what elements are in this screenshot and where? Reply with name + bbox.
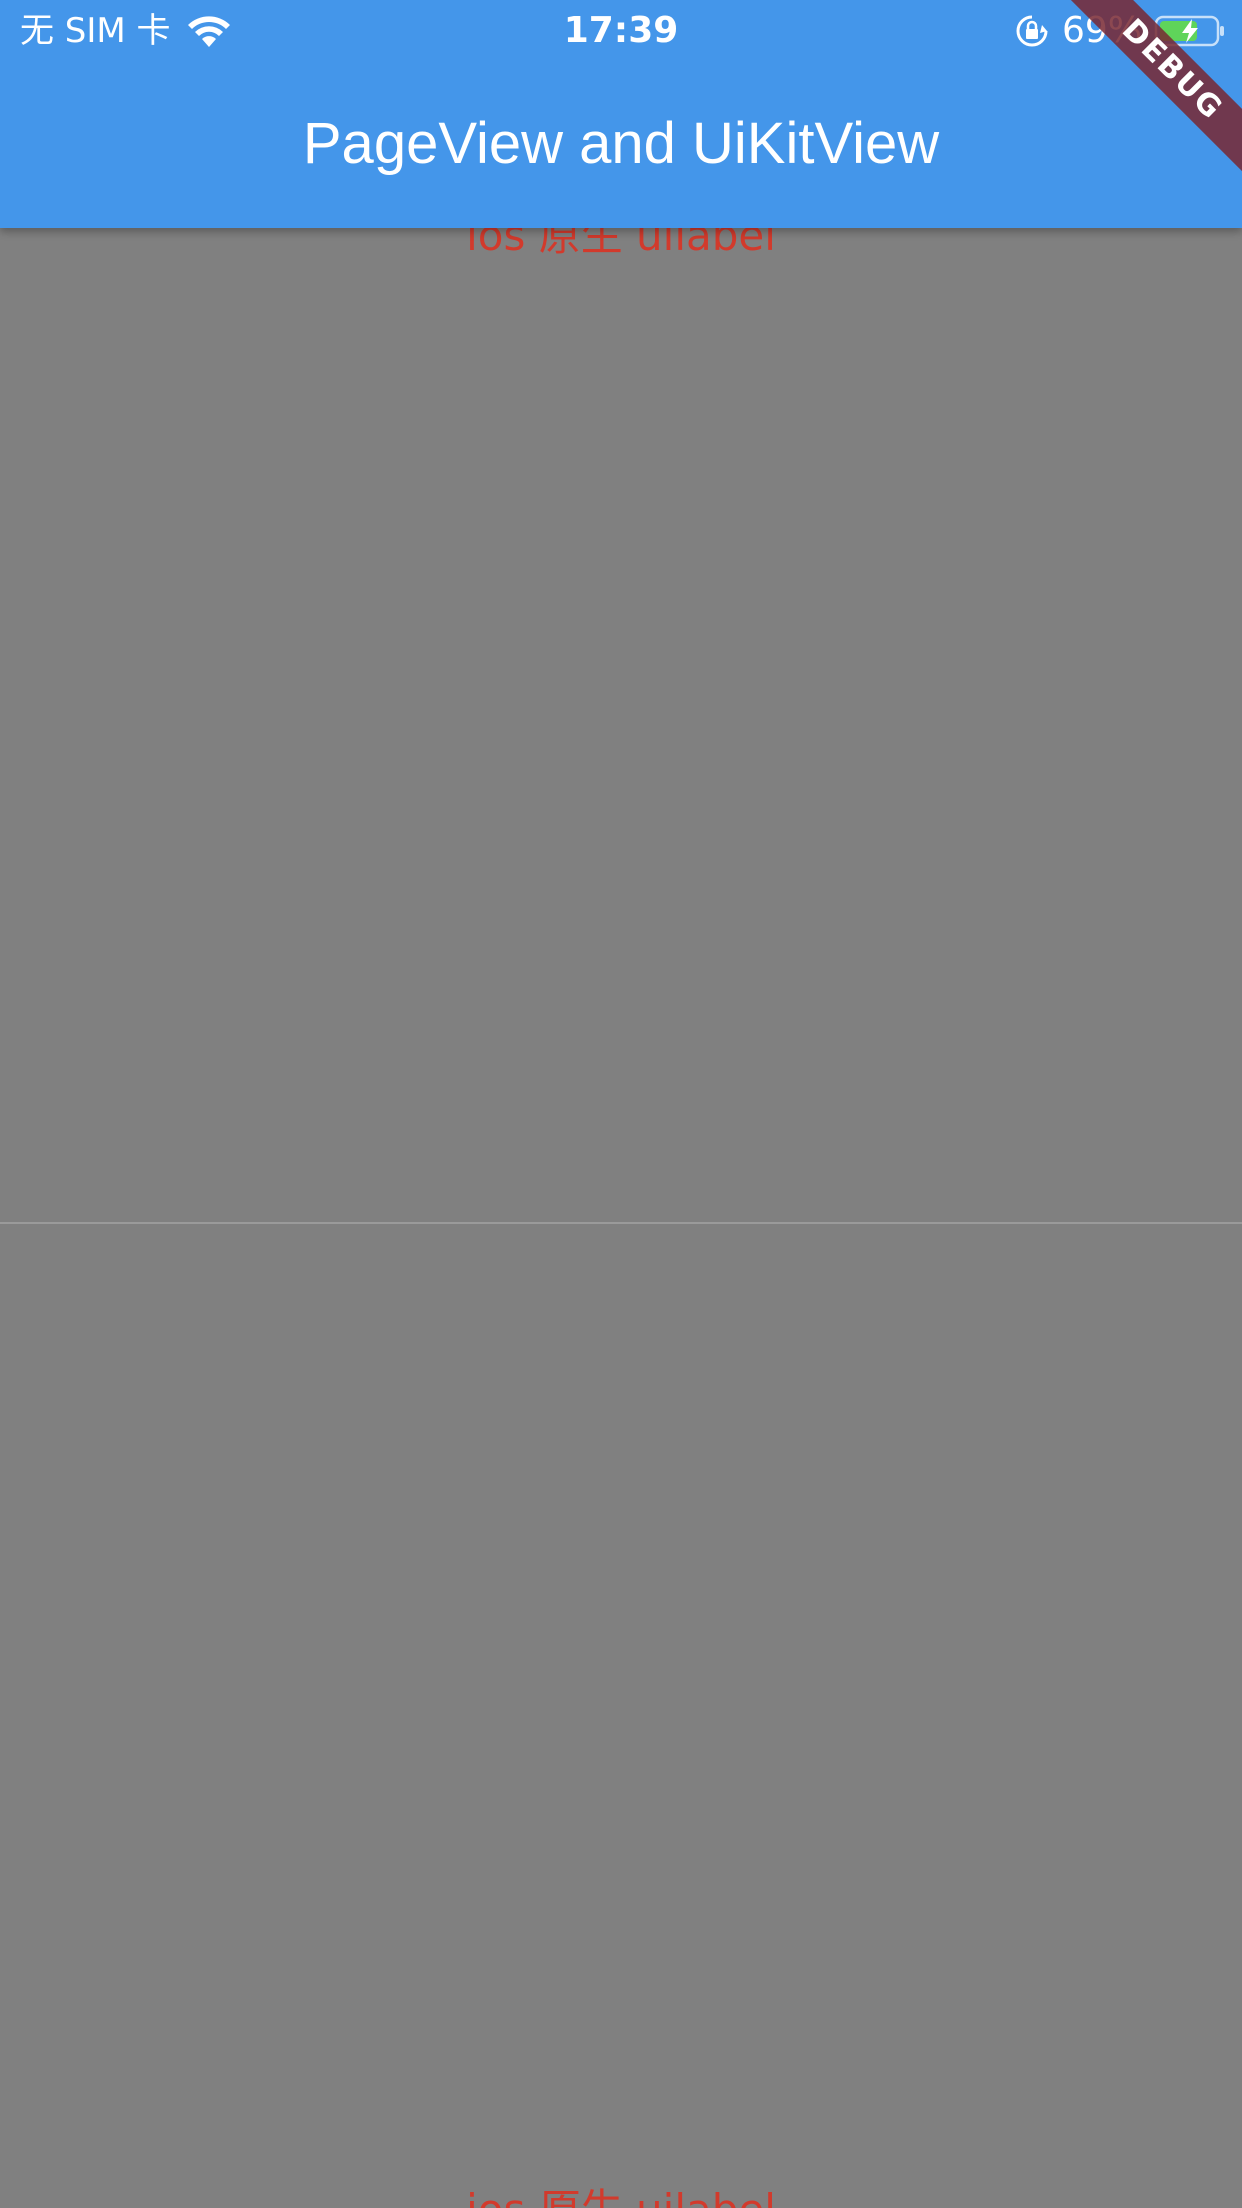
page-view-page-1[interactable]: ios 原生 uilabel: [0, 228, 1242, 1208]
native-uilabel: ios 原生 uilabel: [0, 2184, 1242, 2208]
battery-percent: 69%: [1061, 10, 1142, 51]
page-view-page-2[interactable]: ios 原生 uilabel: [0, 1224, 1242, 2208]
rotation-lock-icon: [1016, 15, 1048, 47]
screen: 无 SIM 卡 17:39 69% PageView and UiKitView…: [0, 0, 1242, 2208]
native-uilabel: ios 原生 uilabel: [466, 228, 776, 260]
status-right-group: 69%: [1014, 10, 1226, 52]
app-bar-title: PageView and UiKitView: [302, 111, 940, 176]
app-bar: 无 SIM 卡 17:39 69% PageView and UiKitView: [0, 0, 1242, 228]
status-bar: 无 SIM 卡 17:39 69%: [0, 0, 1242, 62]
battery-icon: [1154, 15, 1224, 47]
